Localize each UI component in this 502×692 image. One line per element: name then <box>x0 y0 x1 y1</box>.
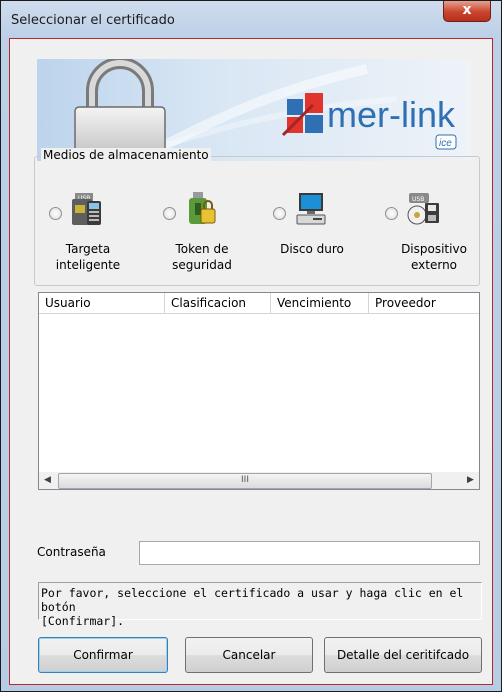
password-label: Contraseña <box>37 545 106 559</box>
option-external-device[interactable]: USB Dispositivo externo <box>365 177 475 277</box>
column-header-usuario[interactable]: Usuario <box>39 293 165 314</box>
scroll-thumb[interactable]: III <box>58 473 432 489</box>
banner-graphic: mer-link ice <box>74 59 457 161</box>
logo-badge: ice <box>439 138 452 149</box>
certificate-details-button[interactable]: Detalle del ceritifcado <box>324 637 482 673</box>
merlink-logo-mark <box>281 93 323 137</box>
external-device-icon: USB <box>405 191 441 230</box>
radio-security-token[interactable] <box>163 207 176 220</box>
dialog-window: Seleccionar el certificado x mer-link ic… <box>0 0 502 692</box>
message-line-1: Por favor, seleccione el certificado a u… <box>41 586 464 614</box>
banner: mer-link ice <box>37 59 471 161</box>
option-label: Targeta inteligente <box>55 242 121 272</box>
password-input[interactable] <box>139 541 480 565</box>
radio-hard-disk[interactable] <box>273 207 286 220</box>
group-legend: Medios de almacenamiento <box>41 148 211 162</box>
close-button[interactable]: x <box>443 1 491 22</box>
padlock-icon <box>74 59 166 161</box>
svg-text:USB: USB <box>412 196 424 203</box>
option-security-token[interactable]: Token de seguridad <box>143 177 253 277</box>
radio-external-device[interactable] <box>385 207 398 220</box>
column-header-vencimiento[interactable]: Vencimiento <box>271 293 369 314</box>
option-smart-card[interactable]: USB Targeta inteligente <box>29 177 139 277</box>
radio-smart-card[interactable] <box>49 207 62 220</box>
dialog-content: mer-link ice Medios de almacenamiento US… <box>9 38 493 685</box>
computer-icon <box>293 191 329 230</box>
column-header-clasificacion[interactable]: Clasificacion <box>165 293 271 314</box>
scroll-right-icon[interactable]: ▶ <box>462 472 479 489</box>
option-label: Dispositivo externo <box>401 242 467 272</box>
logo-text: mer-link <box>327 94 456 135</box>
smart-card-icon: USB <box>69 191 105 230</box>
option-label: Disco duro <box>280 242 344 256</box>
horizontal-scrollbar[interactable]: ◀ III ▶ <box>39 472 479 489</box>
confirm-button[interactable]: Confirmar <box>38 637 168 673</box>
title-bar[interactable]: Seleccionar el certificado x <box>1 1 501 37</box>
certificate-list[interactable]: Usuario Clasificacion Vencimiento Provee… <box>38 292 480 490</box>
option-hard-disk[interactable]: Disco duro <box>253 177 363 277</box>
window-title: Seleccionar el certificado <box>11 13 175 28</box>
instruction-message: Por favor, seleccione el certificado a u… <box>38 582 482 628</box>
storage-media-group: Medios de almacenamiento USB Targeta int… <box>34 148 480 286</box>
column-header-proveedor[interactable]: Proveedor <box>369 293 479 314</box>
scroll-left-icon[interactable]: ◀ <box>39 472 56 489</box>
cancel-button[interactable]: Cancelar <box>185 637 313 673</box>
option-label: Token de seguridad <box>172 242 232 272</box>
usb-token-icon <box>183 191 219 230</box>
message-line-2: [Confirmar]. <box>41 614 125 628</box>
